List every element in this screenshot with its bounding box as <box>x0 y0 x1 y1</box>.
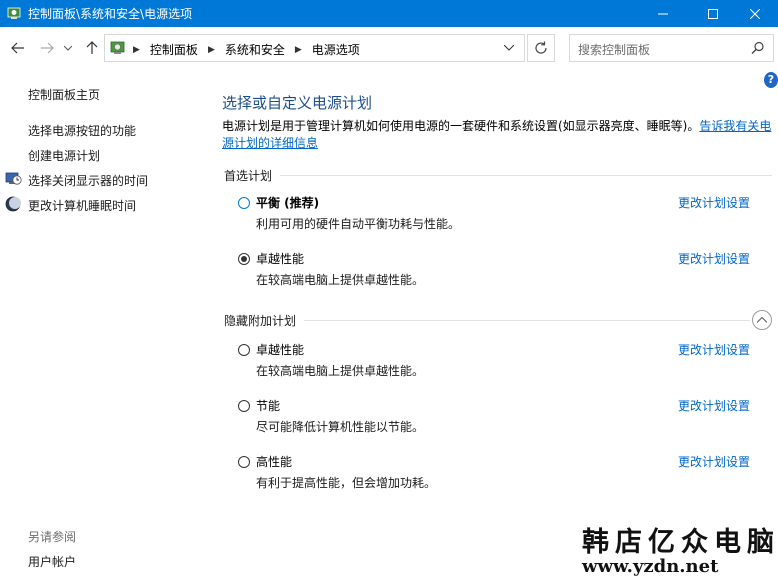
close-button[interactable] <box>732 0 778 27</box>
plan-radio-ultimate-hidden[interactable] <box>238 344 250 356</box>
hidden-plans-heading[interactable]: 隐藏附加计划 <box>224 312 296 329</box>
change-plan-settings-link[interactable]: 更改计划设置 <box>678 453 750 470</box>
address-dropdown-icon[interactable] <box>504 45 514 51</box>
search-box[interactable]: 搜索控制面板 <box>569 34 774 62</box>
plan-desc-power-saver: 尽可能降低计算机性能以节能。 <box>256 420 425 434</box>
watermark-url: www.yzdn.net <box>582 556 719 577</box>
plan-radio-power-saver[interactable] <box>238 400 250 412</box>
plan-name-high-performance[interactable]: 高性能 <box>256 453 292 470</box>
recent-locations-button[interactable] <box>62 39 74 57</box>
window-title: 控制面板\系统和安全\电源选项 <box>28 7 193 21</box>
search-icon[interactable] <box>751 41 765 55</box>
breadcrumb: ▶ 控制面板 ▶ 系统和安全 ▶ 电源选项 <box>133 41 360 58</box>
control-panel-icon <box>110 41 125 54</box>
plan-name-ultimate[interactable]: 卓越性能 <box>256 250 304 267</box>
control-panel-icon <box>7 7 21 19</box>
chevron-down-icon <box>64 45 72 51</box>
plan-desc-balanced: 利用可用的硬件自动平衡功耗与性能。 <box>256 217 461 231</box>
address-bar[interactable]: ▶ 控制面板 ▶ 系统和安全 ▶ 电源选项 <box>104 34 525 62</box>
help-icon[interactable]: ? <box>764 72 778 88</box>
change-plan-settings-link[interactable]: 更改计划设置 <box>678 194 750 211</box>
close-icon <box>750 8 760 19</box>
search-input[interactable]: 搜索控制面板 <box>578 41 650 58</box>
plan-desc-ultimate-hidden: 在较高端电脑上提供卓越性能。 <box>256 364 425 378</box>
plan-desc-ultimate: 在较高端电脑上提供卓越性能。 <box>256 273 425 287</box>
plan-name-balanced[interactable]: 平衡 (推荐) <box>256 194 319 211</box>
refresh-button[interactable] <box>527 34 555 62</box>
change-plan-settings-link[interactable]: 更改计划设置 <box>678 341 750 358</box>
change-plan-settings-link[interactable]: 更改计划设置 <box>678 250 750 267</box>
sidebar-item-display-off[interactable]: 选择关闭显示器的时间 <box>28 172 148 189</box>
back-button[interactable] <box>9 39 27 57</box>
group-divider <box>280 175 772 176</box>
plan-name-power-saver[interactable]: 节能 <box>256 397 280 414</box>
sidebar-item-user-accounts[interactable]: 用户帐户 <box>28 553 76 570</box>
breadcrumb-item[interactable]: 系统和安全 <box>225 41 285 58</box>
breadcrumb-item[interactable]: 电源选项 <box>312 41 360 58</box>
see-also-heading: 另请参阅 <box>28 530 77 544</box>
plan-radio-balanced[interactable] <box>238 197 250 209</box>
up-button[interactable] <box>83 39 101 57</box>
forward-arrow-icon <box>41 42 54 54</box>
change-plan-settings-link[interactable]: 更改计划设置 <box>678 397 750 414</box>
sidebar-home-link[interactable]: 控制面板主页 <box>28 86 100 103</box>
up-arrow-icon <box>86 41 98 54</box>
minimize-button[interactable] <box>640 0 686 27</box>
group-divider <box>304 320 750 321</box>
refresh-icon <box>535 41 547 54</box>
sidebar-item-sleep-time[interactable]: 更改计算机睡眠时间 <box>28 197 136 214</box>
watermark-text: 韩店亿众电脑 <box>582 527 778 558</box>
breadcrumb-separator-icon[interactable]: ▶ <box>133 45 140 55</box>
maximize-button[interactable] <box>690 0 736 27</box>
plan-radio-high-performance[interactable] <box>238 456 250 468</box>
page-description: 电源计划是用于管理计算机如何使用电源的一套硬件和系统设置(如显示器亮度、睡眠等)… <box>222 118 774 152</box>
preferred-plans-heading: 首选计划 <box>224 169 273 183</box>
sidebar-item-create-plan[interactable]: 创建电源计划 <box>28 147 100 164</box>
forward-button[interactable] <box>38 39 56 57</box>
title-bar: 控制面板\系统和安全\电源选项 <box>0 0 778 27</box>
collapse-button[interactable] <box>752 310 772 330</box>
breadcrumb-separator-icon[interactable]: ▶ <box>295 45 302 55</box>
breadcrumb-separator-icon[interactable]: ▶ <box>208 45 215 55</box>
plan-desc-high-performance: 有利于提高性能，但会增加功耗。 <box>256 476 437 490</box>
description-text: 电源计划是用于管理计算机如何使用电源的一套硬件和系统设置(如显示器亮度、睡眠等)… <box>222 119 700 133</box>
monitor-clock-icon <box>5 172 22 185</box>
plan-radio-ultimate[interactable] <box>238 253 250 265</box>
breadcrumb-item[interactable]: 控制面板 <box>150 41 198 58</box>
page-title: 选择或自定义电源计划 <box>222 94 373 112</box>
chevron-up-icon <box>757 317 767 323</box>
plan-name-ultimate-hidden[interactable]: 卓越性能 <box>256 341 304 358</box>
sidebar-item-power-buttons[interactable]: 选择电源按钮的功能 <box>28 122 136 139</box>
minimize-icon <box>658 13 668 14</box>
moon-icon <box>5 196 21 212</box>
maximize-icon <box>708 8 718 19</box>
back-arrow-icon <box>11 42 24 54</box>
